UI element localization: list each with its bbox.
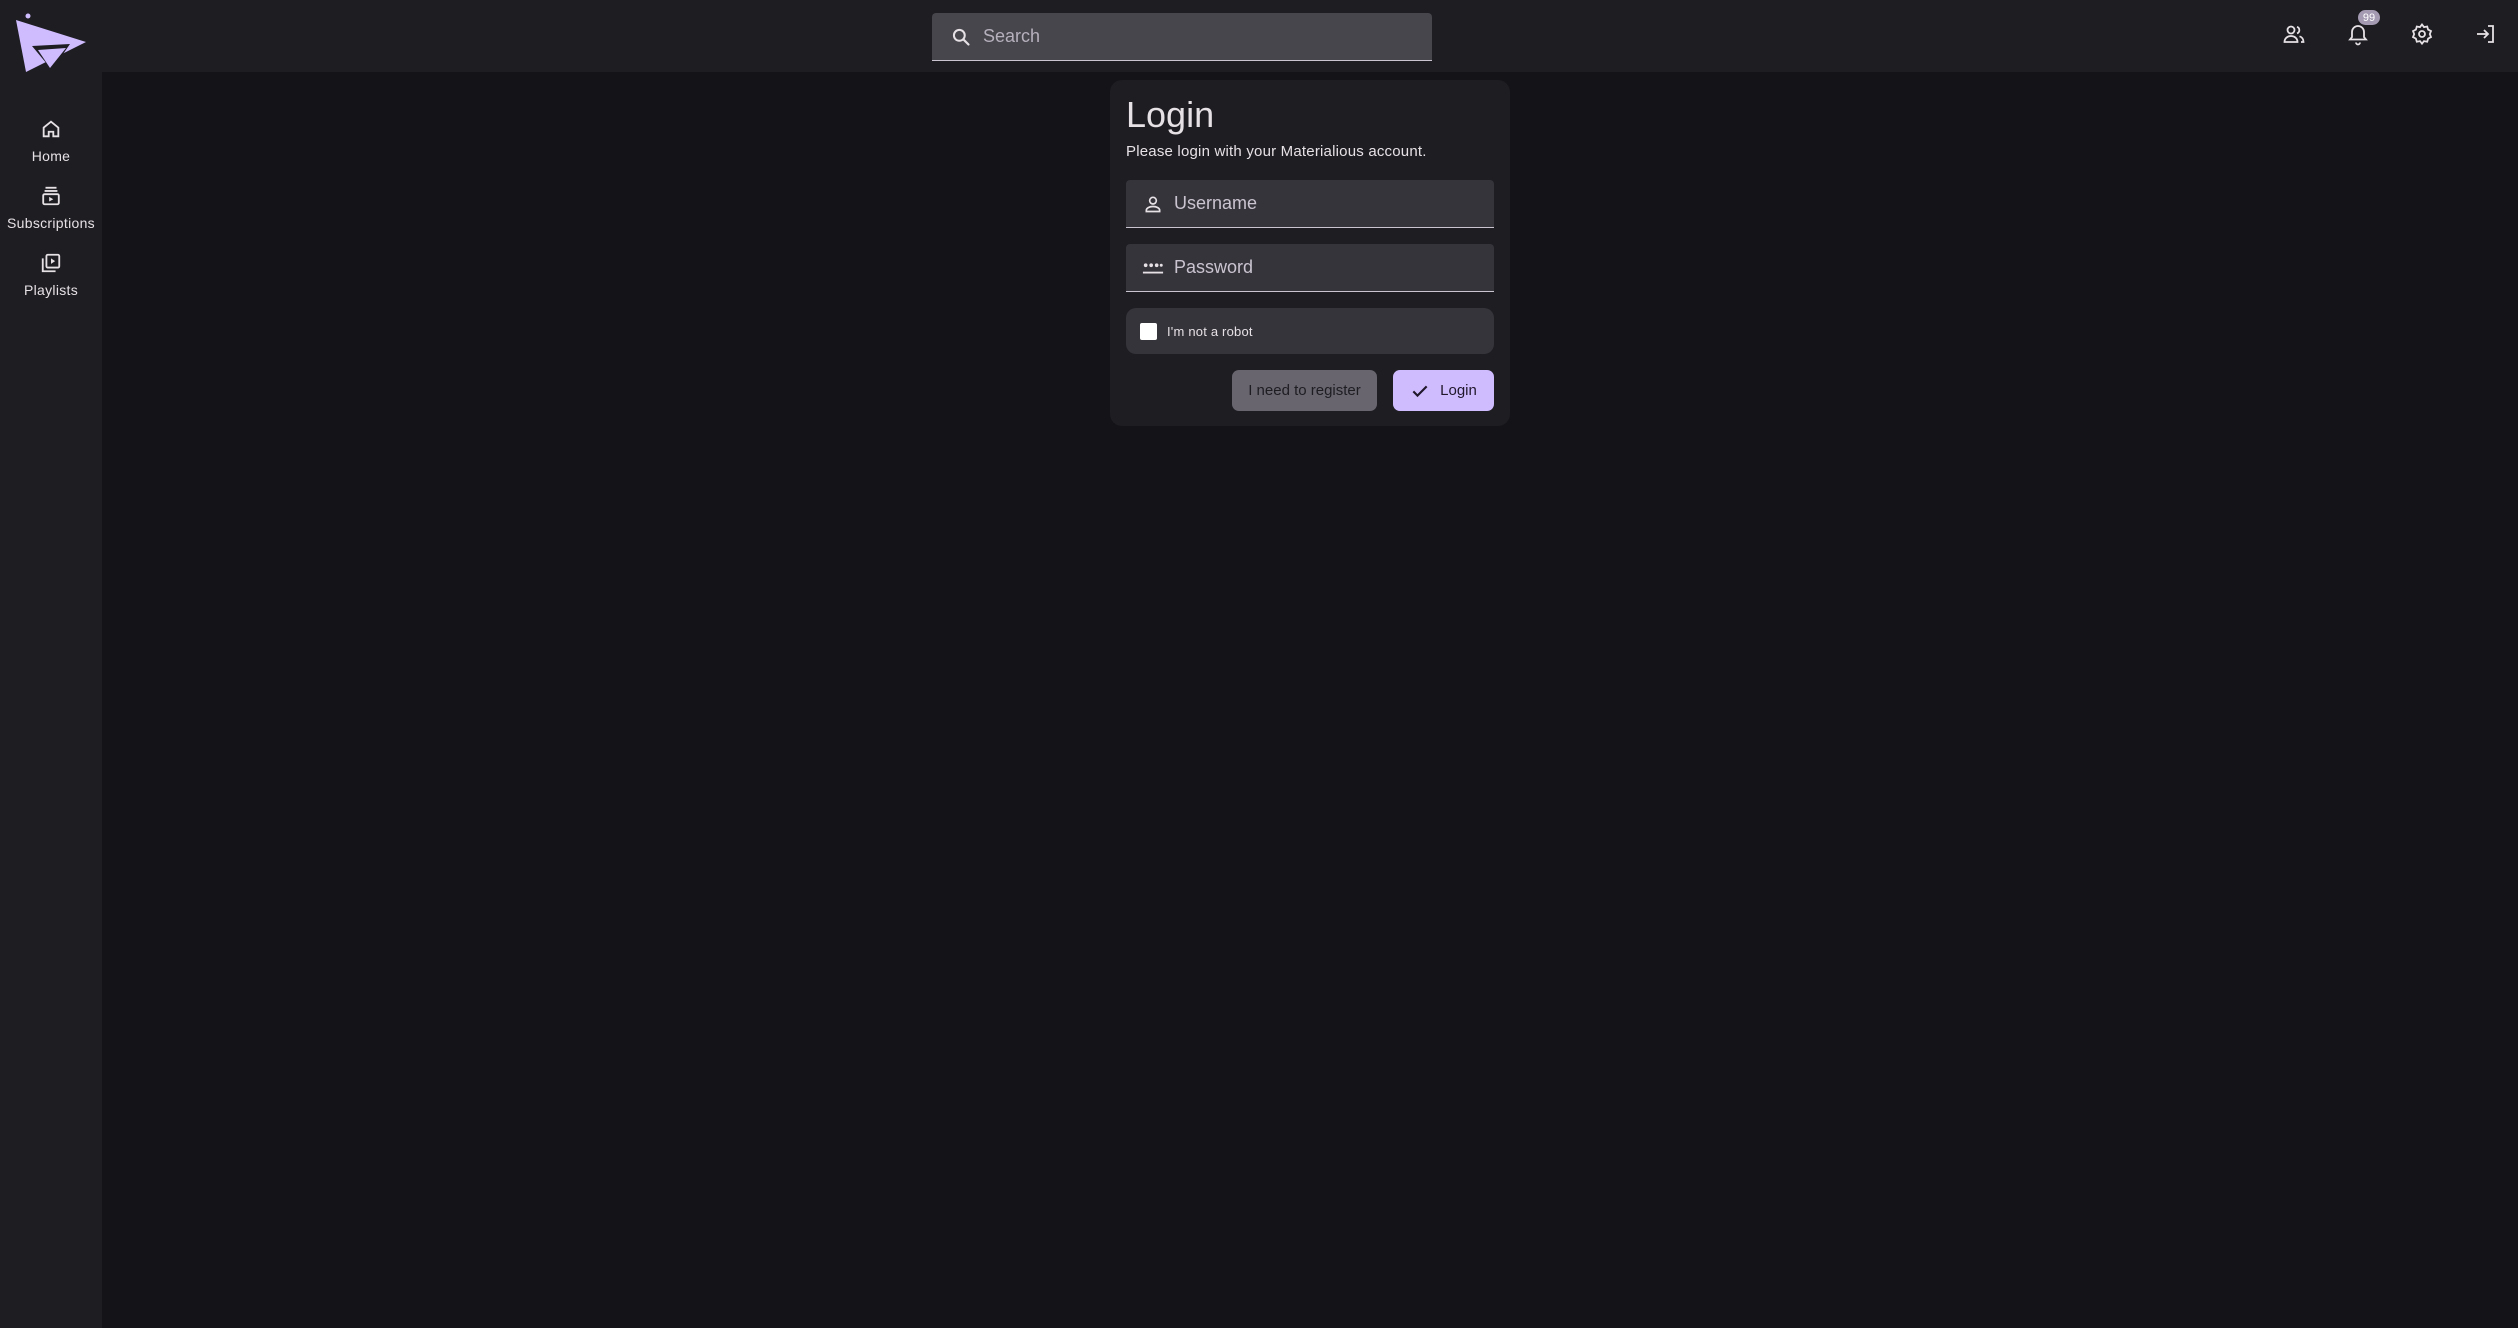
login-title: Login (1126, 94, 1215, 135)
sidebar-item-subscriptions[interactable]: Subscriptions (0, 183, 102, 243)
top-app-bar: 99 (0, 0, 2518, 72)
sidebar-item-label: Subscriptions (7, 215, 95, 231)
app-logo[interactable] (12, 12, 90, 74)
username-input[interactable] (1164, 180, 1494, 227)
playlists-icon (38, 250, 64, 276)
search-icon (949, 25, 973, 49)
captcha-label: I'm not a robot (1167, 323, 1253, 339)
sidebar-item-home[interactable]: Home (0, 116, 102, 176)
nav-rail: Home Subscriptions Playlists (0, 72, 102, 1328)
login-button[interactable]: Login (1393, 370, 1494, 411)
login-button-top[interactable] (2470, 20, 2502, 52)
captcha-checkbox[interactable] (1140, 322, 1157, 340)
check-icon (1410, 381, 1430, 401)
notifications-icon (2346, 22, 2370, 51)
sidebar-item-label: Home (31, 148, 71, 164)
person-icon (1142, 193, 1164, 215)
register-button[interactable]: I need to register (1232, 370, 1377, 411)
password-icon (1142, 257, 1164, 279)
sidebar-item-playlists[interactable]: Playlists (0, 250, 102, 310)
settings-button[interactable] (2406, 20, 2438, 52)
notification-badge: 99 (2358, 10, 2380, 25)
username-field[interactable] (1126, 180, 1494, 228)
subscriptions-icon (38, 183, 64, 209)
friends-button[interactable] (2278, 20, 2310, 52)
sidebar-item-label: Playlists (23, 282, 79, 298)
captcha-widget: I'm not a robot (1126, 308, 1494, 354)
login-subtitle: Please login with your Materialious acco… (1126, 143, 1427, 160)
notifications-button[interactable]: 99 (2342, 10, 2380, 52)
password-field[interactable] (1126, 244, 1494, 292)
login-button-label: Login (1440, 382, 1477, 399)
login-icon (2474, 22, 2498, 51)
gear-icon (2410, 22, 2434, 51)
friends-icon (2282, 22, 2306, 51)
login-card: Login Please login with your Materialiou… (1110, 80, 1510, 426)
home-icon (38, 116, 64, 142)
search-input[interactable] (973, 13, 1432, 60)
search-bar[interactable] (932, 13, 1432, 61)
password-input[interactable] (1164, 244, 1494, 291)
